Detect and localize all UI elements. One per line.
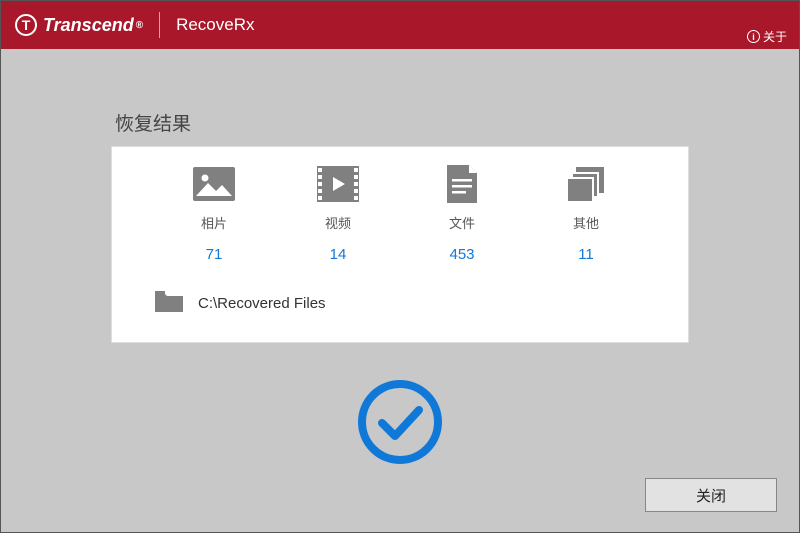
results-title: 恢复结果 bbox=[111, 109, 689, 136]
about-link[interactable]: i 关于 bbox=[747, 28, 787, 45]
recovered-path-row[interactable]: C:\Recovered Files bbox=[152, 289, 648, 318]
category-videos[interactable]: 视频 14 bbox=[316, 165, 360, 263]
category-files[interactable]: 文件 453 bbox=[440, 165, 484, 263]
brand: T Transcend ® RecoveRx bbox=[15, 12, 255, 38]
category-label: 视频 bbox=[325, 213, 351, 232]
app-name: RecoveRx bbox=[176, 15, 254, 35]
category-label: 其他 bbox=[573, 213, 599, 232]
folder-icon bbox=[154, 289, 184, 318]
results-box: 相片 71 bbox=[111, 146, 689, 343]
photo-icon bbox=[192, 165, 236, 203]
other-icon bbox=[564, 165, 608, 203]
category-row: 相片 71 bbox=[152, 165, 648, 263]
close-button[interactable]: 关闭 bbox=[645, 478, 777, 512]
brand-name: Transcend bbox=[43, 15, 134, 36]
brand-registered: ® bbox=[136, 20, 143, 31]
category-label: 相片 bbox=[201, 213, 227, 232]
success-mark bbox=[111, 377, 689, 467]
category-other[interactable]: 其他 11 bbox=[564, 165, 608, 263]
brand-divider bbox=[159, 12, 160, 38]
about-label: 关于 bbox=[763, 28, 787, 45]
category-count: 11 bbox=[578, 246, 594, 263]
main-content: 恢复结果 相片 71 bbox=[1, 49, 799, 467]
category-count: 453 bbox=[449, 246, 474, 263]
recovered-path-text: C:\Recovered Files bbox=[198, 295, 326, 312]
category-label: 文件 bbox=[449, 213, 475, 232]
video-icon bbox=[316, 165, 360, 203]
brand-logo-mark-icon: T bbox=[15, 14, 37, 36]
checkmark-circle-icon bbox=[355, 377, 445, 467]
info-icon: i bbox=[747, 30, 760, 43]
category-count: 71 bbox=[206, 246, 223, 263]
brand-logo: T Transcend ® bbox=[15, 14, 143, 36]
category-photos[interactable]: 相片 71 bbox=[192, 165, 236, 263]
file-icon bbox=[440, 165, 484, 203]
app-header: T Transcend ® RecoveRx i 关于 bbox=[1, 1, 799, 49]
category-count: 14 bbox=[330, 246, 347, 263]
